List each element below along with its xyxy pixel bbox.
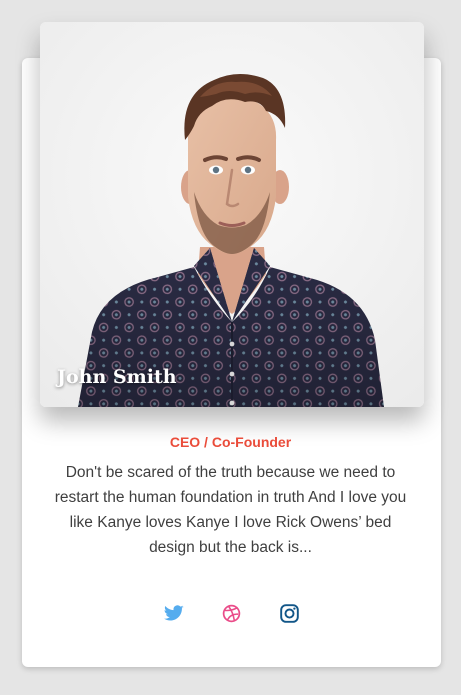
profile-name: John Smith [57, 366, 177, 388]
profile-bio: Don't be scared of the truth because we … [54, 464, 407, 556]
twitter-link[interactable] [159, 598, 189, 628]
dribbble-icon [222, 604, 240, 622]
dribbble-link[interactable] [216, 598, 246, 628]
profile-title: CEO / Co-Founder [169, 434, 292, 450]
profile-photo [40, 22, 424, 407]
instagram-link[interactable] [274, 598, 304, 628]
instagram-icon [279, 603, 299, 623]
social-links [0, 598, 461, 628]
twitter-icon [164, 604, 184, 620]
